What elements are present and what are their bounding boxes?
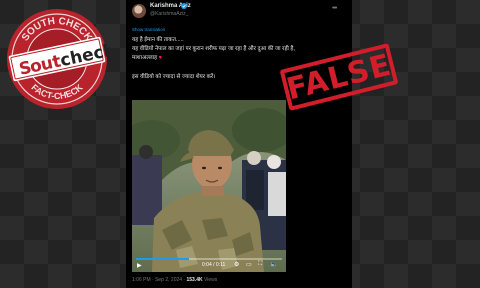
show-translation-link[interactable]: Show translation [132,27,165,32]
more-options-icon[interactable]: ••• [332,5,337,12]
captions-icon[interactable]: ▭ [246,261,252,268]
south-check-seal-logo: SOUTH CHECK FACT-CHECK S o u t check [4,6,117,112]
tweet-text-line-3: माशाअल्लाह ♥ [132,55,162,61]
tweet-text-line-4: इस वीडियो को ज्यादा से ज्यादा शेयर करें। [132,74,216,80]
avatar[interactable] [132,4,146,18]
author-handle[interactable]: @KarishmaAziz_ [150,11,188,17]
tweet-text-line-2: यह वीडियो नेपाल का जहां पर कुरान शरीफ पढ… [132,46,295,52]
play-icon[interactable]: ▶ [137,262,142,269]
post-time: 1:06 PM · Sep 2, 2024 · [132,277,186,283]
fullscreen-icon[interactable]: ⛶ [258,261,262,268]
tweet-card[interactable]: Karishma Aziz @KarishmaAziz_ ••• Show tr… [126,0,352,288]
views-label: Views [204,277,218,283]
verified-badge-icon [181,3,187,9]
tweet-text-line-1: यह है ईमान की ताकत..... [132,37,184,43]
video-frame [132,100,286,272]
video-player[interactable]: ▶ 0:04 / 0:11 ⚙ ▭ ⛶ 🔈 [132,100,286,272]
video-time: 0:04 / 0:11 [202,262,226,268]
post-meta: 1:06 PM · Sep 2, 2024 · 153.4K Views [132,277,217,283]
video-progress-bar[interactable] [136,258,282,260]
heart-emoji-icon: ♥ [158,55,162,61]
settings-icon[interactable]: ⚙ [234,261,239,268]
volume-icon[interactable]: 🔈 [270,261,277,268]
views-count: 153.4K [186,277,203,283]
